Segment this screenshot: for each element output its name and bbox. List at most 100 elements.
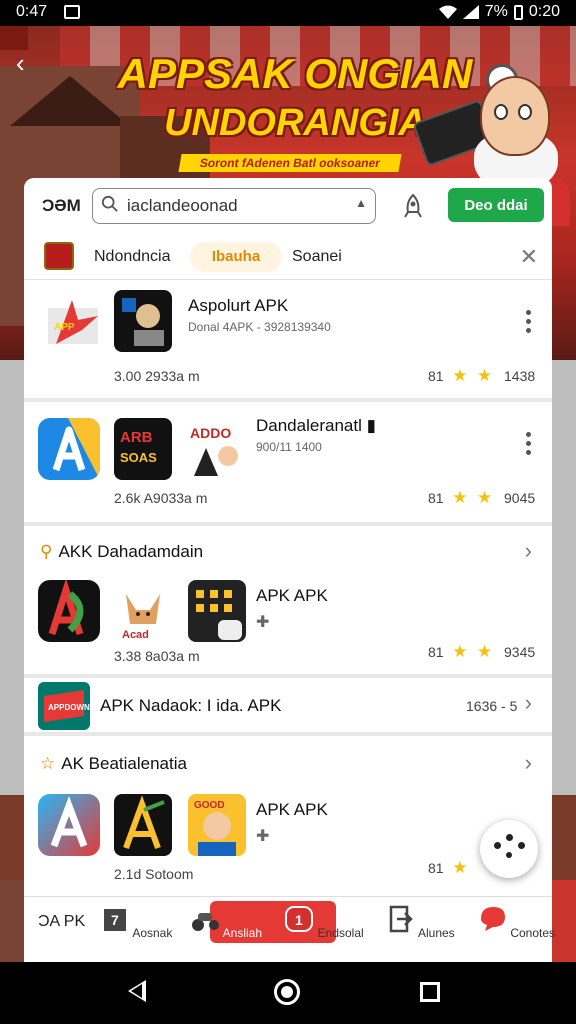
- promo-title: APK Nadaok: I ida. APK: [100, 696, 282, 715]
- nav-label: Alunes: [417, 926, 455, 940]
- app-thumbnail-icon: ARB SOAS: [114, 418, 172, 480]
- app-meta: 3.38 8a03a m: [114, 648, 200, 664]
- battery-icon: [513, 4, 523, 20]
- app-section: ⚲ AKK Dahadamdain › Acad APK APK ✚ 3.38 8…: [24, 526, 552, 678]
- backdrop-strip: [0, 880, 24, 962]
- svg-text:APPDOWN: APPDOWN: [48, 703, 90, 712]
- tab-soanei[interactable]: Soanei: [292, 242, 342, 272]
- recent-apps-icon[interactable]: [420, 982, 440, 1002]
- app-subtitle: Donal 4APK - 3928139340: [188, 320, 331, 334]
- more-options-icon[interactable]: [526, 432, 532, 459]
- search-row: ƆƏM ▲ Deo ddai: [24, 178, 552, 234]
- chevron-right-icon[interactable]: ›: [525, 538, 532, 564]
- section-title[interactable]: ☆ AK Beatialenatia: [40, 754, 187, 774]
- nav-label: Endsolal: [317, 926, 364, 940]
- banner-title: APPSAK ONGIAN: [117, 50, 473, 97]
- search-icon: [101, 195, 118, 212]
- nav-label: Aosnak: [132, 926, 173, 940]
- app-list-item[interactable]: ARB SOAS ADDO Dandaleranatl ▮ 900/11 1400…: [24, 402, 552, 526]
- nav-item-aosnak[interactable]: 7 Aosnak: [96, 903, 176, 940]
- primary-action-button[interactable]: Deo ddai: [448, 188, 544, 222]
- banner-corner-icon: [0, 26, 28, 50]
- svg-text:ARB: ARB: [120, 429, 153, 446]
- nav-item-ansliah[interactable]: Ansliah: [186, 903, 266, 940]
- nav-item-alunes[interactable]: Alunes: [380, 903, 460, 940]
- status-clock: 0:20: [528, 3, 560, 20]
- banner-title-block: APPSAK ONGIAN UNDORANGIA Soront fAdenen …: [100, 40, 490, 190]
- cartoon-character-icon: GOOD: [188, 794, 246, 856]
- status-time: 0:47: [16, 3, 48, 20]
- svg-text:1: 1: [295, 912, 303, 928]
- battery-percent: 7%: [484, 3, 508, 20]
- scooter-icon: [191, 913, 219, 931]
- close-icon[interactable]: ✕: [520, 244, 538, 270]
- rocket-icon[interactable]: [402, 194, 424, 218]
- letter-a-app-icon: [38, 580, 100, 642]
- rating-count: 9345: [504, 644, 536, 660]
- app-section: ☆ AK Beatialenatia › GOOD APK APK ✚ 2.1d …: [24, 736, 552, 902]
- app-meta: 2.1d Sotoom: [114, 866, 194, 882]
- cartoon-character-icon: ADDO: [188, 418, 246, 480]
- wifi-icon: [438, 5, 457, 19]
- image-notification-icon: [64, 5, 80, 19]
- app-rating: 81 ★ ★ 9345: [428, 642, 535, 662]
- rating-value: 81: [428, 368, 444, 384]
- app-title: Dandaleranatl ▮: [256, 416, 376, 435]
- store-logo-icon: [44, 242, 74, 270]
- app-title: APK APK: [256, 800, 328, 819]
- signal-icon: [462, 5, 479, 19]
- rating-count: 1438: [504, 368, 536, 384]
- back-arrow-icon[interactable]: ‹: [16, 48, 25, 79]
- floating-chat-button[interactable]: [480, 820, 538, 878]
- rating-value: 81: [428, 860, 444, 876]
- svg-text:GOOD: GOOD: [194, 800, 225, 811]
- letter-a-app-icon: [38, 418, 100, 480]
- svg-text:SOAS: SOAS: [120, 450, 157, 465]
- app-title: APK APK: [256, 586, 328, 605]
- status-right: 7% 0:20: [438, 3, 560, 21]
- promo-list-item[interactable]: APPDOWN APK Nadaok: I ida. APK 1636 - 5 …: [24, 678, 552, 736]
- rating-value: 81: [428, 490, 444, 506]
- bottom-nav-brand[interactable]: ƆA PK: [38, 913, 85, 931]
- app-subtitle: 900/11 1400: [256, 440, 322, 454]
- chevron-down-icon[interactable]: ▲: [355, 196, 367, 210]
- app-meta: 3.00 2933a m: [114, 368, 200, 384]
- plus-icon: ✚: [256, 614, 270, 631]
- more-options-icon[interactable]: [526, 310, 532, 337]
- nav-label: Ansliah: [222, 926, 263, 940]
- app-title: Aspolurt APK: [188, 296, 289, 315]
- nav-item-endsolal[interactable]: 1 Endsolal: [284, 903, 364, 940]
- home-icon[interactable]: [274, 979, 300, 1005]
- box-icon: 7: [103, 909, 126, 931]
- svg-text:APP: APP: [54, 322, 75, 333]
- store-bag-icon: 1: [285, 906, 314, 932]
- star-outline-icon: ☆: [40, 754, 56, 773]
- search-box[interactable]: ▲: [92, 188, 376, 224]
- tab-ndondncia[interactable]: Ndondncia: [94, 242, 171, 272]
- plus-icon: ✚: [256, 828, 270, 845]
- share-icon: [390, 905, 414, 933]
- tab-ibauha[interactable]: Ibauha: [190, 242, 282, 272]
- letter-a-app-icon: [114, 794, 172, 856]
- tab-bar: Ndondncia Ibauha Soanei ✕: [24, 234, 552, 280]
- svg-text:Acad: Acad: [122, 629, 149, 641]
- brand-logo[interactable]: ƆƏM: [42, 196, 81, 216]
- back-icon[interactable]: [128, 980, 146, 1002]
- app-list-item[interactable]: APP Aspolurt APK Donal 4APK - 3928139340…: [24, 280, 552, 402]
- nav-item-conotes[interactable]: Conotes: [476, 903, 556, 940]
- star-icon: ★ ★: [447, 488, 493, 507]
- svg-text:ADDO: ADDO: [190, 425, 231, 441]
- app-rating: 81 ★: [428, 858, 467, 878]
- star-icon: ★: [447, 858, 468, 877]
- status-bar: 0:47 7% 0:20: [0, 0, 576, 26]
- store-card: ƆƏM ▲ Deo ddai Ndondncia Ibauha Soanei ✕…: [24, 178, 552, 902]
- chat-bubble-icon: [480, 907, 505, 931]
- promo-value: 1636 - 5: [466, 698, 518, 714]
- chevron-right-icon[interactable]: ›: [525, 750, 532, 776]
- star-icon: ★ ★: [447, 642, 493, 661]
- chevron-right-icon[interactable]: ›: [525, 690, 532, 716]
- section-title[interactable]: ⚲ AKK Dahadamdain: [40, 542, 203, 562]
- nav-label: Conotes: [510, 926, 556, 940]
- fox-character-icon: Acad: [114, 580, 172, 642]
- search-input[interactable]: [127, 193, 347, 219]
